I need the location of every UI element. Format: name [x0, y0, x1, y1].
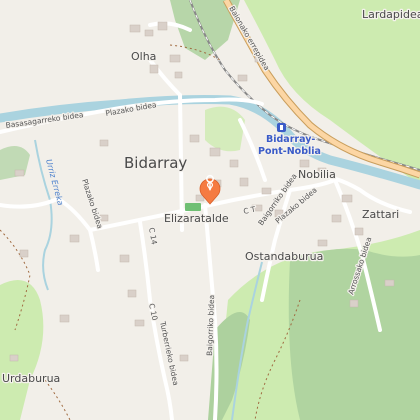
label-olha: Olha: [131, 50, 156, 63]
label-nobilia: Nobilia: [298, 168, 336, 181]
label-urdaburua: Urdaburua: [2, 372, 60, 385]
map-canvas[interactable]: Olha Bidarray Elizaratalde Lardapidea No…: [0, 0, 420, 420]
label-elizaratalde: Elizaratalde: [164, 212, 229, 225]
label-bidarray: Bidarray: [124, 154, 187, 172]
station-icon-glyph: [280, 125, 283, 130]
label-zattari: Zattari: [362, 208, 399, 221]
map-layer: Olha Bidarray Elizaratalde Lardapidea No…: [0, 0, 420, 420]
label-ostandaburua: Ostandaburua: [245, 250, 323, 263]
label-station-line1: Bidarray-: [266, 134, 315, 145]
label-station-line2: Pont-Noblia: [258, 146, 321, 157]
label-lardapidea: Lardapidea: [362, 8, 420, 21]
park-area: [185, 203, 201, 211]
